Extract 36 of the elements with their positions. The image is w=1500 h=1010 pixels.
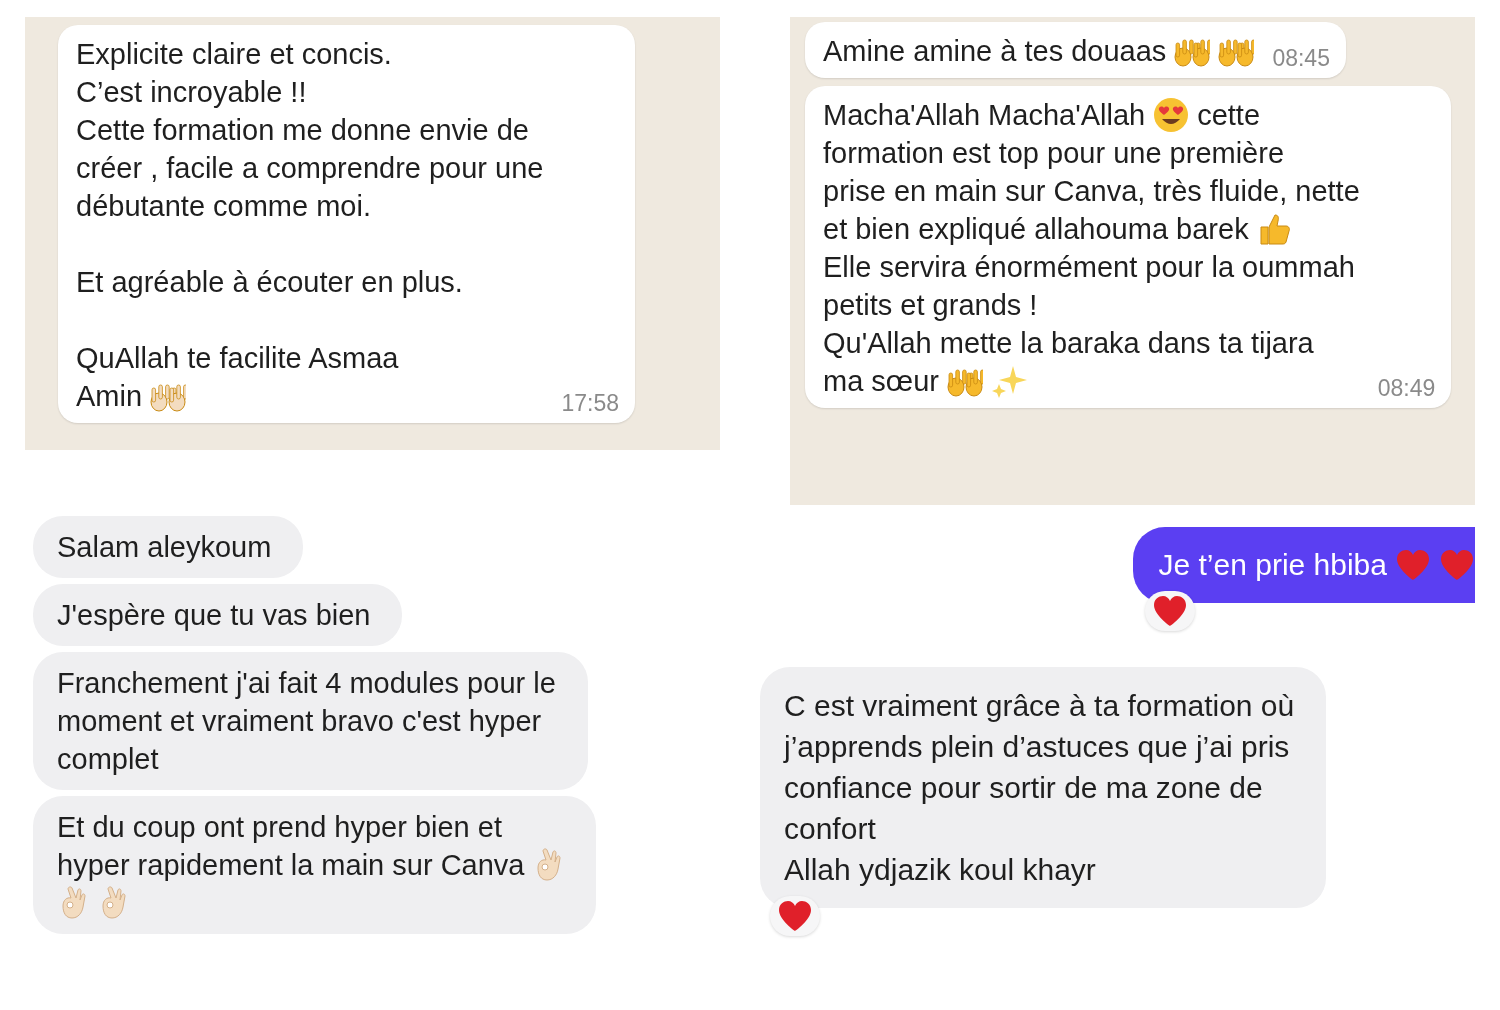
message-time: 08:45 [1272, 45, 1330, 72]
message-text: et bien expliqué allahouma barek [823, 212, 1249, 246]
message-time: 08:49 [1377, 375, 1436, 402]
message-text: Salam aleykoum [57, 530, 272, 564]
message-text: Qu'Allah mette la baraka dans ta tijara [823, 326, 1314, 360]
message-text: prise en main sur Canva, très fluide, nette [823, 174, 1360, 208]
reaction-badge[interactable] [770, 896, 820, 936]
message-text: cette [1197, 98, 1261, 132]
message-text: moment et vraiment bravo c'est hyper [57, 704, 542, 738]
message-text: confort [784, 811, 876, 846]
message-text: C est vraiment grâce à ta formation où [784, 688, 1295, 723]
message-text: complet [57, 742, 159, 776]
message-text: Et du coup ont prend hyper bien et [57, 810, 502, 844]
message-text: C’est incroyable !! [76, 75, 307, 109]
message-text: Cette formation me donne envie de [76, 113, 529, 147]
message-text: débutante comme moi. [76, 189, 371, 223]
message-text: Elle servira énormément pour la oummah [823, 250, 1355, 284]
message-text: confiance pour sortir de ma zone de [784, 770, 1263, 805]
message-text: Amin [76, 379, 143, 413]
message-time: 17:58 [561, 390, 620, 417]
message-text: ma sœur [823, 364, 939, 398]
message-text: Et agréable à écouter en plus. [76, 265, 463, 299]
message-text: J'espère que tu vas bien [57, 598, 371, 632]
message-text: Allah ydjazik koul khayr [784, 852, 1096, 887]
message-text: QuAllah te facilite Asmaa [76, 341, 399, 375]
message-text: Franchement j'ai fait 4 modules pour le [57, 666, 556, 700]
message-text: formation est top pour une première [823, 136, 1285, 170]
message-text: Je t’en prie hbiba [1158, 548, 1387, 582]
reaction-badge[interactable] [1144, 591, 1195, 631]
message-text: Explicite claire et concis. [76, 37, 392, 71]
message-text: hyper rapidement la main sur Canva [57, 848, 525, 882]
message-text: petits et grands ! [823, 288, 1038, 322]
message-text: j’apprends plein d’astuces que j’ai pris [784, 729, 1290, 764]
message-text: créer , facile a comprendre pour une [76, 151, 544, 185]
message-text: Macha'Allah Macha'Allah [823, 98, 1146, 132]
message-text: Amine amine à tes douaas [823, 34, 1167, 68]
